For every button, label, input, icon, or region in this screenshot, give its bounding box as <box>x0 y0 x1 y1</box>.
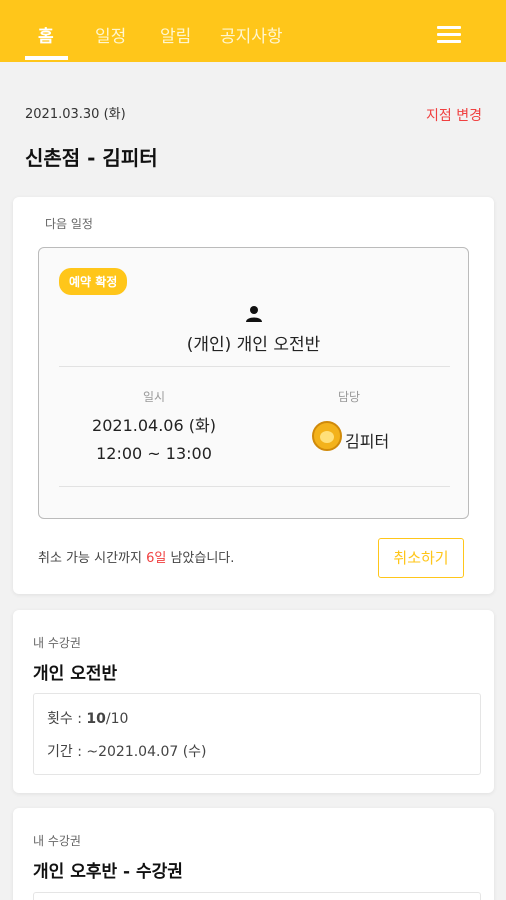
staff-label: 담당 <box>337 390 361 404</box>
ticket-detail-box: 횟수 : 10/10 기간 : ~2021.04.07 (수) <box>33 693 481 775</box>
ticket-count-used: 10 <box>86 711 106 727</box>
divider <box>59 366 450 367</box>
branch-title: 신촌점 - 김피터 <box>25 146 158 170</box>
ticket-label: 내 수강권 <box>33 636 81 650</box>
tab-home[interactable]: 홈 <box>38 22 54 47</box>
datetime-label: 일시 <box>142 390 166 404</box>
top-nav-bar: 홈 일정 알림 공지사항 <box>0 0 506 62</box>
staff-avatar <box>312 421 342 451</box>
next-schedule-label: 다음 일정 <box>45 217 93 231</box>
divider <box>59 486 450 487</box>
schedule-date: 2021.04.06 (화) <box>92 416 216 435</box>
tab-notices[interactable]: 공지사항 <box>220 22 283 47</box>
active-tab-indicator <box>25 56 68 60</box>
ticket-count-total: /10 <box>105 711 129 727</box>
cancel-note-suffix: 남았습니다. <box>166 551 235 566</box>
ticket-count: 횟수 : 10/10 <box>47 708 128 728</box>
cancel-button[interactable]: 취소하기 <box>378 538 464 578</box>
reservation-status-badge: 예약 확정 <box>59 268 128 295</box>
next-schedule-card: 다음 일정 예약 확정 (개인) 개인 오전반 일시 2021.04.06 (화… <box>13 197 494 594</box>
ticket-detail-box <box>33 892 481 900</box>
hamburger-icon[interactable] <box>437 26 461 44</box>
branch-change-link[interactable]: 지점 변경 <box>426 105 482 125</box>
tab-notifications[interactable]: 알림 <box>160 22 191 47</box>
ticket-card[interactable]: 내 수강권 개인 오후반 - 수강권 <box>13 808 494 900</box>
staff-name: 김피터 <box>345 432 390 451</box>
ticket-card[interactable]: 내 수강권 개인 오전반 횟수 : 10/10 기간 : ~2021.04.07… <box>13 610 494 793</box>
person-icon <box>246 306 262 322</box>
ticket-label: 내 수강권 <box>33 834 81 848</box>
cancel-deadline-note: 취소 가능 시간까지 6일 남았습니다. <box>38 547 234 566</box>
schedule-detail-box[interactable]: 예약 확정 (개인) 개인 오전반 일시 2021.04.06 (화) 12:0… <box>38 247 469 519</box>
cancel-note-prefix: 취소 가능 시간까지 <box>38 551 147 566</box>
ticket-count-prefix: 횟수 : <box>47 711 87 727</box>
ticket-title: 개인 오후반 - 수강권 <box>33 862 183 882</box>
schedule-time: 12:00 ~ 13:00 <box>96 444 212 463</box>
today-date: 2021.03.30 (화) <box>25 107 126 122</box>
ticket-title: 개인 오전반 <box>33 664 118 684</box>
ticket-period: 기간 : ~2021.04.07 (수) <box>47 744 207 760</box>
tab-schedule[interactable]: 일정 <box>95 22 126 47</box>
cancel-note-days: 6일 <box>146 551 167 566</box>
class-name: (개인) 개인 오전반 <box>186 335 321 355</box>
